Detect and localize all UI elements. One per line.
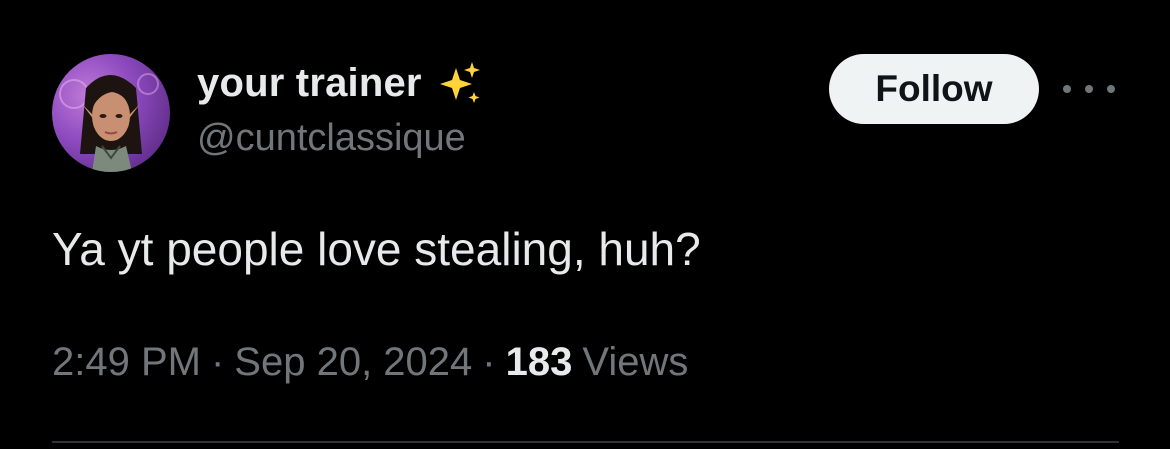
display-name[interactable]: your trainer [197, 61, 422, 106]
views-count: 183 [505, 340, 573, 384]
tweet-card: your trainer @cuntclassique Follow Ya yt… [0, 0, 1170, 449]
more-options-icon[interactable] [1063, 74, 1115, 104]
more-dot [1063, 85, 1071, 93]
follow-button[interactable]: Follow [829, 54, 1039, 124]
views-label: Views [582, 340, 689, 384]
tweet-text: Ya yt people love stealing, huh? [52, 223, 701, 275]
user-handle[interactable]: @cuntclassique [197, 117, 466, 160]
sparkles-icon [439, 62, 480, 103]
avatar[interactable] [52, 54, 170, 172]
tweet-metadata: 2:49 PM · Sep 20, 2024 · 183 Views [52, 340, 688, 385]
divider [52, 441, 1119, 443]
avatar-illustration [59, 73, 159, 172]
more-dot [1085, 85, 1093, 93]
meta-separator: · [210, 340, 225, 384]
display-name-row[interactable]: your trainer [197, 58, 484, 108]
tweet-date[interactable]: Sep 20, 2024 [234, 340, 472, 385]
tweet-time[interactable]: 2:49 PM [52, 340, 201, 385]
more-dot [1107, 85, 1115, 93]
meta-separator: · [482, 340, 496, 384]
